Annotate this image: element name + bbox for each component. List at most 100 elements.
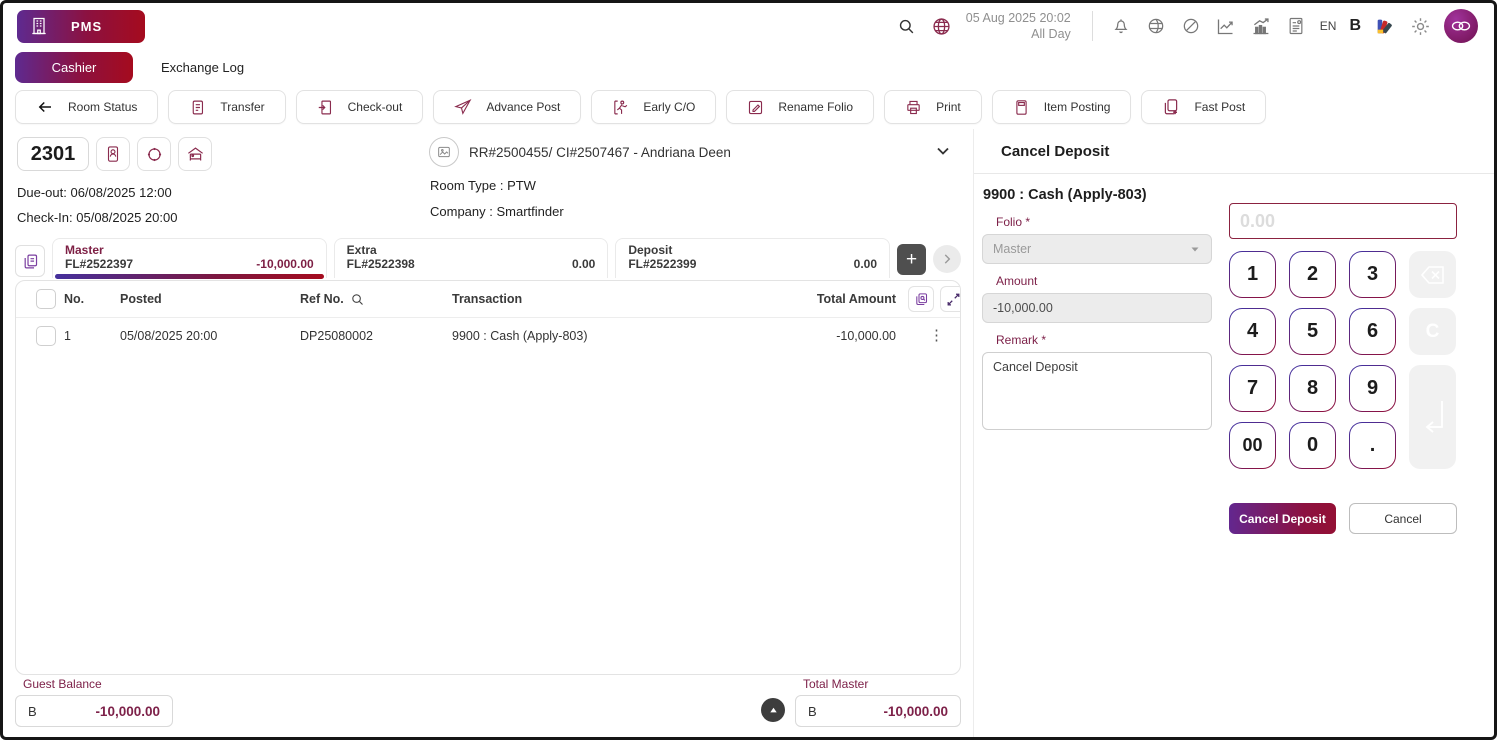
folio-tab-master[interactable]: Master FL#2522397 -10,000.00 (52, 238, 327, 278)
numpad-key-7[interactable]: 7 (1229, 365, 1276, 412)
guest-balance-label: Guest Balance (23, 677, 173, 691)
reservation-title: RR#2500455/ CI#2507467 - Andriana Deen (469, 145, 731, 160)
calculator-icon (1013, 99, 1030, 116)
folio-amount: 0.00 (854, 257, 877, 271)
button-label: Room Status (68, 100, 137, 114)
print-button[interactable]: Print (884, 90, 982, 124)
notifications-bell-icon[interactable] (1110, 15, 1132, 37)
next-folio-button[interactable] (933, 245, 961, 273)
cancel-button[interactable]: Cancel (1349, 503, 1457, 534)
numpad-key-9[interactable]: 9 (1349, 365, 1396, 412)
tab-cashier[interactable]: Cashier (15, 52, 133, 83)
room-bed-icon[interactable] (178, 137, 212, 171)
numpad-key-6[interactable]: 6 (1349, 308, 1396, 355)
bar-chart-icon[interactable] (1250, 15, 1272, 37)
button-label: Early C/O (643, 100, 695, 114)
network-globe-icon[interactable] (1145, 15, 1167, 37)
back-arrow-icon (36, 98, 54, 116)
guest-photo-placeholder-icon[interactable] (429, 137, 459, 167)
row-checkbox[interactable] (36, 326, 56, 346)
col-total: Total Amount (748, 292, 908, 306)
item-posting-button[interactable]: Item Posting (992, 90, 1132, 124)
module-tabs: Cashier Exchange Log (3, 49, 1494, 85)
currency-code: B (808, 704, 817, 719)
numpad-key-2[interactable]: 2 (1289, 251, 1336, 298)
tab-exchange-log[interactable]: Exchange Log (161, 60, 244, 75)
gauge-icon[interactable] (1180, 15, 1202, 37)
numpad-key-5[interactable]: 5 (1289, 308, 1336, 355)
amount-field[interactable]: -10,000.00 (982, 293, 1212, 323)
copy-search-icon[interactable] (908, 286, 934, 312)
printer-icon (905, 99, 922, 116)
cell-posted: 05/08/2025 20:00 (120, 329, 300, 343)
row-menu-kebab-icon[interactable]: ⋮ (908, 333, 960, 339)
collapse-up-button[interactable] (761, 698, 785, 722)
button-label: Rename Folio (778, 100, 853, 114)
folio-number: FL#2522398 (347, 257, 596, 272)
globe-icon[interactable] (931, 15, 953, 37)
numpad-clear-button[interactable]: C (1409, 308, 1456, 355)
all-day-text: All Day (966, 26, 1071, 42)
button-label: Check-out (348, 100, 403, 114)
folio-tab-deposit[interactable]: Deposit FL#2522399 0.00 (615, 238, 890, 278)
guest-profile-icon[interactable] (96, 137, 130, 171)
room-number[interactable]: 2301 (17, 137, 89, 171)
numpad-key-00[interactable]: 00 (1229, 422, 1276, 469)
folio-select[interactable]: Master (982, 234, 1212, 264)
transfer-document-icon (189, 99, 206, 116)
pms-logo[interactable]: PMS (17, 10, 145, 43)
transfer-button[interactable]: Transfer (168, 90, 285, 124)
app-window: PMS 05 Aug 2025 20:02 All Day (0, 0, 1497, 740)
total-master-label: Total Master (803, 677, 961, 691)
check-out-button[interactable]: Check-out (296, 90, 424, 124)
ref-search-icon[interactable] (350, 292, 365, 307)
cell-transaction: 9900 : Cash (Apply-803) (452, 329, 748, 343)
rename-folio-button[interactable]: Rename Folio (726, 90, 874, 124)
chevron-down-icon[interactable] (933, 141, 953, 161)
col-ref: Ref No. (300, 292, 344, 306)
user-avatar[interactable] (1444, 9, 1478, 43)
expand-icon[interactable] (940, 286, 961, 312)
search-icon[interactable] (896, 15, 918, 37)
numpad-key-1[interactable]: 1 (1229, 251, 1276, 298)
advance-post-button[interactable]: Advance Post (433, 90, 581, 124)
early-co-button[interactable]: Early C/O (591, 90, 716, 124)
language-selector[interactable]: EN (1320, 19, 1337, 33)
remark-textarea[interactable]: Cancel Deposit (982, 352, 1212, 430)
numpad-key-4[interactable]: 4 (1229, 308, 1276, 355)
numpad-display-input[interactable] (1229, 203, 1457, 239)
folio-tab-extra[interactable]: Extra FL#2522398 0.00 (334, 238, 609, 278)
table-header-row: No. Posted Ref No. Transaction Total Amo… (16, 281, 960, 318)
cancel-deposit-submit-button[interactable]: Cancel Deposit (1229, 503, 1336, 534)
col-posted: Posted (120, 292, 300, 306)
early-checkout-runner-icon (612, 99, 629, 116)
fast-post-button[interactable]: Fast Post (1141, 90, 1266, 124)
report-document-icon[interactable] (1285, 15, 1307, 37)
folio-select-value: Master (993, 242, 1031, 256)
bold-toggle[interactable]: B (1349, 17, 1361, 35)
datetime-display[interactable]: 05 Aug 2025 20:02 All Day (966, 10, 1075, 42)
cashier-main-panel: 2301 (3, 129, 973, 737)
company: Company : Smartfinder (430, 204, 959, 219)
numpad-key-dot[interactable]: . (1349, 422, 1396, 469)
transactions-table: No. Posted Ref No. Transaction Total Amo… (15, 280, 961, 675)
target-locator-icon[interactable] (137, 137, 171, 171)
button-label: Item Posting (1044, 100, 1111, 114)
add-folio-button[interactable]: + (897, 244, 926, 275)
table-row[interactable]: 1 05/08/2025 20:00 DP25080002 9900 : Cas… (16, 318, 960, 354)
room-status-button[interactable]: Room Status (15, 90, 158, 124)
folio-pages-icon[interactable] (15, 245, 45, 277)
numpad-enter-button[interactable] (1409, 365, 1456, 469)
folio-name: Deposit (628, 243, 877, 257)
button-label: Fast Post (1194, 100, 1245, 114)
button-label: Advance Post (486, 100, 560, 114)
balance-footer: Guest Balance B -10,000.00 Total Master … (3, 675, 973, 737)
numpad-backspace-button[interactable] (1409, 251, 1456, 298)
theme-palette-icon[interactable] (1374, 15, 1396, 37)
line-chart-icon[interactable] (1215, 15, 1237, 37)
settings-gear-icon[interactable] (1409, 15, 1431, 37)
numpad-key-3[interactable]: 3 (1349, 251, 1396, 298)
numpad-key-0[interactable]: 0 (1289, 422, 1336, 469)
numpad-key-8[interactable]: 8 (1289, 365, 1336, 412)
select-all-checkbox[interactable] (36, 289, 56, 309)
